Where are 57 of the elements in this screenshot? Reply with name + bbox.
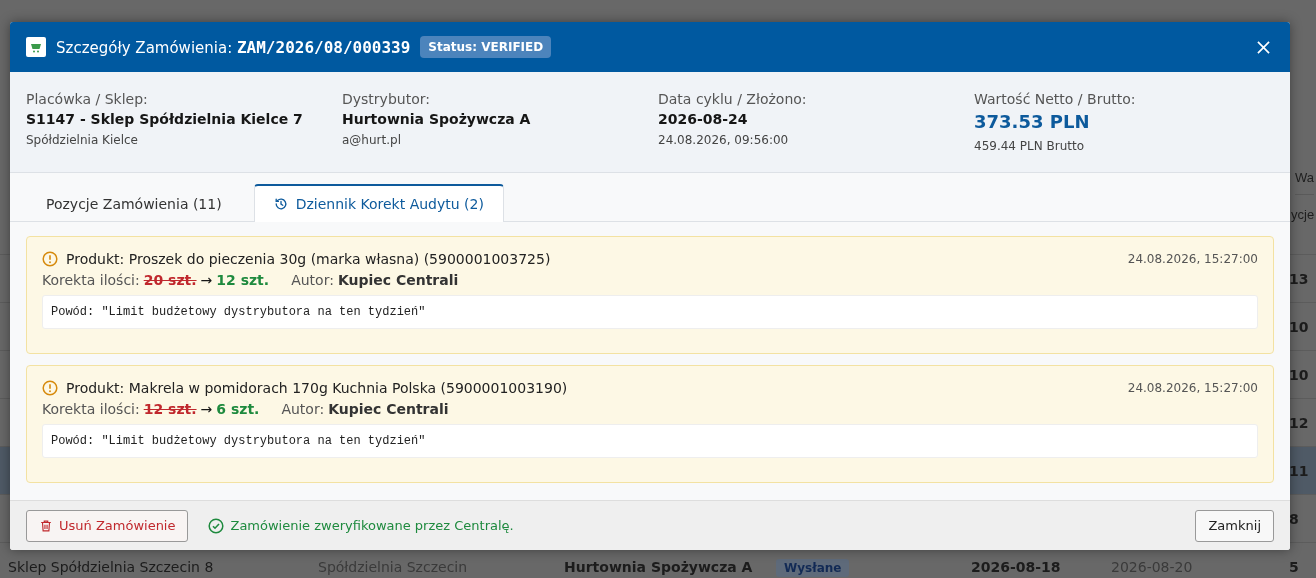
old-quantity: 20 szt. [143, 272, 197, 288]
correction-label: Korekta ilości: [42, 272, 140, 288]
table-cell: 13 [1289, 270, 1309, 287]
dialog-title: Szczegóły Zamówienia: ZAM/2026/08/000339 [56, 37, 411, 57]
new-quantity: 6 szt. [216, 401, 260, 417]
field-detail: 459.44 PLN Brutto [974, 138, 1086, 155]
delete-order-button[interactable]: Usuń Zamówienie [26, 509, 189, 542]
table-cell: 12 [1289, 414, 1309, 431]
column-header: ycje [1291, 207, 1315, 222]
table-cell: 2026-08-18 [971, 558, 1061, 575]
new-quantity: 12 szt. [216, 272, 270, 288]
timestamp: 24.08.2026, 15:27:00 [1127, 252, 1258, 266]
trash-icon [39, 518, 53, 533]
verified-message: Zamówienie zweryfikowane przez Centralę. [230, 518, 514, 533]
field-detail: a@hurt.pl [342, 132, 402, 149]
author-name: Kupiec Centrali [337, 272, 459, 288]
field-value: 2026-08-24 [658, 110, 749, 129]
table-cell: Hurtownia Spożywcza A [564, 558, 753, 575]
field-detail: 24.08.2026, 09:56:00 [658, 132, 790, 149]
logo-icon [26, 37, 46, 57]
field-label: Dystrybutor: [342, 90, 431, 108]
status-badge: Status: VERIFIED [420, 36, 552, 58]
old-quantity: 12 szt. [143, 401, 197, 417]
author-label: Autor: [291, 272, 334, 288]
tab[interactable]: Pozycje Zamówienia (11) [26, 184, 242, 222]
table-cell: 5 [1289, 558, 1299, 575]
correction-label: Korekta ilości: [42, 401, 140, 417]
author-name: Kupiec Centrali [328, 401, 449, 417]
status-badge: Wysłane [776, 558, 850, 577]
field-label: Placówka / Sklep: [26, 90, 149, 108]
reason-text: Powód: "Limit budżetowy dystrybutora na ten tydzień" [42, 424, 1258, 458]
history-icon [273, 197, 288, 211]
check-circle-icon [208, 517, 225, 534]
reason-text: Powód: "Limit budżetowy dystrybutora na ten tydzień" [42, 295, 1258, 329]
table-cell: Sklep Spółdzielnia Szczecin 8 [8, 558, 214, 575]
table-cell: 10 [1289, 318, 1309, 335]
warning-icon [42, 251, 58, 267]
arrow: → [200, 272, 213, 288]
table-cell: 8 [1289, 510, 1299, 527]
field-detail: Spółdzielnia Kielce [26, 132, 139, 149]
warning-icon [42, 380, 58, 396]
close-icon[interactable] [1257, 40, 1270, 54]
field-label: Data cyklu / Złożono: [658, 90, 808, 108]
table-cell: 10 [1289, 366, 1309, 383]
product-name: Produkt: Proszek do pieczenia 30g (marka własna) (5900001003725) [66, 251, 551, 267]
field-value: S1147 - Sklep Spółdzielnia Kielce 7 [26, 110, 304, 129]
product-name: Produkt: Makrela w pomidorach 170g Kuchnia Polska (5900001003190) [66, 380, 568, 396]
field-label: Wartość Netto / Brutto: [974, 90, 1137, 108]
tab[interactable]: Dziennik Korekt Audytu (2) [253, 184, 504, 222]
column-header: Wa [1295, 170, 1315, 185]
arrow: → [200, 401, 213, 417]
field-value: 373.53 PLN [974, 110, 1091, 134]
author-label: Autor: [281, 401, 325, 417]
timestamp: 24.08.2026, 15:27:00 [1127, 381, 1258, 395]
field-value: Hurtownia Spożywcza A [342, 110, 532, 129]
close-button[interactable]: Zamknij [1195, 509, 1274, 542]
table-cell: 11 [1289, 462, 1309, 479]
